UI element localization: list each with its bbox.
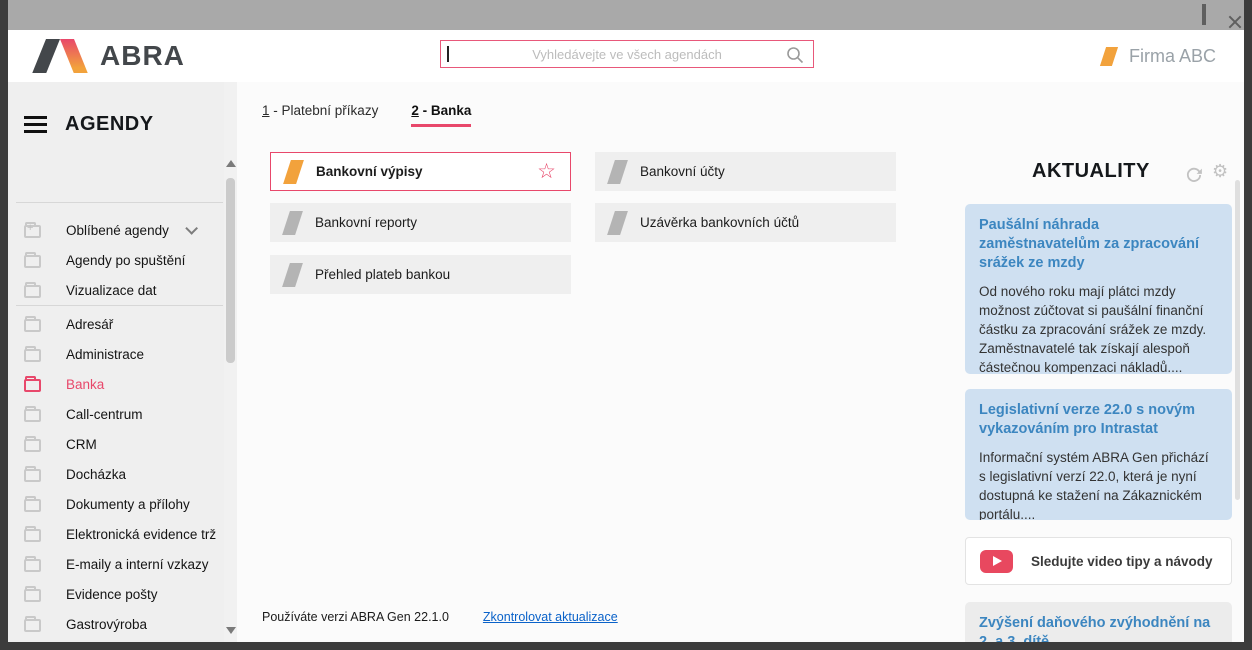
abra-logo: ABRA xyxy=(32,38,185,74)
tile-bankovni-ucty[interactable]: Bankovní účty xyxy=(595,152,896,191)
abra-logo-text: ABRA xyxy=(100,40,185,72)
tile-bankovni-vypisy[interactable]: Bankovní výpisy ☆ xyxy=(270,152,571,191)
video-card-label: Sledujte video tipy a návody xyxy=(1031,554,1213,569)
sidebar-header: AGENDY xyxy=(8,106,237,142)
news-card[interactable]: Paušální náhrada zaměstnavatelům za zpra… xyxy=(965,204,1232,374)
news-card-title: Zvýšení daňového zvýhodnění na 2. a 3. d… xyxy=(979,614,1218,642)
sidebar-pinned-list: Oblíbené agendy Agendy po spuštění Vizua… xyxy=(8,215,224,305)
folder-icon xyxy=(24,589,41,602)
sidebar-item-dokumenty-a-prilohy[interactable]: Dokumenty a přílohy xyxy=(8,489,224,519)
folder-icon xyxy=(24,255,41,268)
scroll-down-icon[interactable] xyxy=(226,627,236,634)
agenda-slash-icon xyxy=(607,160,628,184)
folder-icon xyxy=(24,499,41,512)
folder-icon xyxy=(24,349,41,362)
sidebar-agenda-list: Adresář Administrace Banka Call-centrum … xyxy=(8,309,224,642)
sidebar-divider xyxy=(16,305,223,306)
chevron-down-icon[interactable] xyxy=(185,222,198,235)
sidebar-item-dochazka[interactable]: Docházka xyxy=(8,459,224,489)
global-search xyxy=(440,40,814,68)
scrollbar-thumb[interactable] xyxy=(1235,180,1240,500)
agenda-slash-icon xyxy=(283,160,304,184)
sidebar-item-oblibene-agendy[interactable]: Oblíbené agendy xyxy=(8,215,224,245)
youtube-play-icon xyxy=(980,550,1013,573)
maximize-button[interactable] xyxy=(1202,6,1206,24)
sidebar-item-vizualizace-dat[interactable]: Vizualizace dat xyxy=(8,275,224,305)
abra-logo-icon xyxy=(32,39,88,73)
company-name: Firma ABC xyxy=(1129,46,1216,67)
folder-plus-icon xyxy=(24,225,41,238)
sidebar-item-crm[interactable]: CRM xyxy=(8,429,224,459)
news-panel: AKTUALITY ⚙ Paušální náhrada zaměstnavat… xyxy=(950,82,1244,642)
agenda-slash-icon xyxy=(282,263,303,287)
news-card-title: Legislativní verze 22.0 s novým vykazová… xyxy=(979,401,1218,439)
folder-icon xyxy=(24,379,41,392)
tab-platebni-prikazy[interactable]: 1 - Platební příkazy xyxy=(262,103,378,127)
agenda-slash-icon xyxy=(607,211,628,235)
sidebar-item-gastrovyroba[interactable]: Gastrovýroba xyxy=(8,609,224,639)
app-body: ABRA Firma ABC AGENDY xyxy=(8,30,1244,642)
sidebar-item-internet-veci[interactable]: Internet věcí xyxy=(8,639,224,642)
folder-icon xyxy=(24,469,41,482)
news-card-body: Informační systém ABRA Gen přichází s le… xyxy=(979,448,1218,520)
news-panel-title: AKTUALITY xyxy=(1032,160,1150,183)
folder-icon xyxy=(24,619,41,632)
scroll-up-icon[interactable] xyxy=(226,160,236,167)
news-card[interactable]: Zvýšení daňového zvýhodnění na 2. a 3. d… xyxy=(965,602,1232,642)
menu-hamburger-icon[interactable] xyxy=(24,116,47,133)
tab-bar: 1 - Platební příkazy 2 - Banka xyxy=(262,103,471,127)
gear-icon[interactable]: ⚙ xyxy=(1212,162,1228,180)
sidebar-item-banka[interactable]: Banka xyxy=(8,369,224,399)
sidebar-item-adresar[interactable]: Adresář xyxy=(8,309,224,339)
sidebar-title: AGENDY xyxy=(65,113,154,136)
video-tips-card[interactable]: Sledujte video tipy a návody xyxy=(965,537,1232,585)
version-statusbar: Používáte verzi ABRA Gen 22.1.0 Zkontrol… xyxy=(262,610,618,624)
sidebar-scrollbar[interactable] xyxy=(224,82,237,642)
favorite-star-icon[interactable]: ☆ xyxy=(537,161,556,182)
maximize-icon xyxy=(1202,4,1206,25)
folder-icon xyxy=(24,409,41,422)
sidebar-item-emaily-a-interni-vzkazy[interactable]: E-maily a interní vzkazy xyxy=(8,549,224,579)
app-window: ABRA Firma ABC AGENDY xyxy=(0,0,1252,650)
news-card-body: Od nového roku mají plátci mzdy možnost … xyxy=(979,282,1218,374)
company-icon xyxy=(1100,47,1118,66)
sidebar-agendy: AGENDY Oblíbené agendy Agendy po spuštěn… xyxy=(8,82,237,642)
scrollbar-thumb[interactable] xyxy=(226,178,235,363)
tab-banka[interactable]: 2 - Banka xyxy=(411,103,471,127)
version-text: Používáte verzi ABRA Gen 22.1.0 xyxy=(262,610,449,624)
folder-icon xyxy=(24,439,41,452)
news-card-title: Paušální náhrada zaměstnavatelům za zpra… xyxy=(979,216,1218,273)
sidebar-item-call-centrum[interactable]: Call-centrum xyxy=(8,399,224,429)
folder-icon xyxy=(24,559,41,572)
main-content: 1 - Platební příkazy 2 - Banka Bankovní … xyxy=(237,82,950,642)
window-titlebar xyxy=(8,0,1244,30)
sidebar-item-elektronicka-evidence-trzeb[interactable]: Elektronická evidence trž xyxy=(8,519,224,549)
tile-bankovni-reporty[interactable]: Bankovní reporty xyxy=(270,203,571,242)
sidebar-item-evidence-posty[interactable]: Evidence pošty xyxy=(8,579,224,609)
sidebar-divider xyxy=(16,202,223,203)
folder-icon xyxy=(24,319,41,332)
sidebar-item-administrace[interactable]: Administrace xyxy=(8,339,224,369)
tile-prehled-plateb-bankou[interactable]: Přehled plateb bankou xyxy=(270,255,571,294)
app-header: ABRA Firma ABC xyxy=(8,30,1244,82)
company-selector[interactable]: Firma ABC xyxy=(1103,40,1216,72)
sidebar-item-agendy-po-spusteni[interactable]: Agendy po spuštění xyxy=(8,245,224,275)
tile-uzaverka-bankovnich-uctu[interactable]: Uzávěrka bankovních účtů xyxy=(595,203,896,242)
folder-icon xyxy=(24,285,41,298)
news-card[interactable]: Legislativní verze 22.0 s novým vykazová… xyxy=(965,389,1232,520)
refresh-icon[interactable] xyxy=(1185,166,1203,184)
folder-icon xyxy=(24,529,41,542)
search-input[interactable] xyxy=(441,41,813,67)
text-caret xyxy=(447,46,449,62)
check-updates-link[interactable]: Zkontrolovat aktualizace xyxy=(483,610,618,624)
search-icon[interactable] xyxy=(785,45,805,65)
agenda-slash-icon xyxy=(282,211,303,235)
